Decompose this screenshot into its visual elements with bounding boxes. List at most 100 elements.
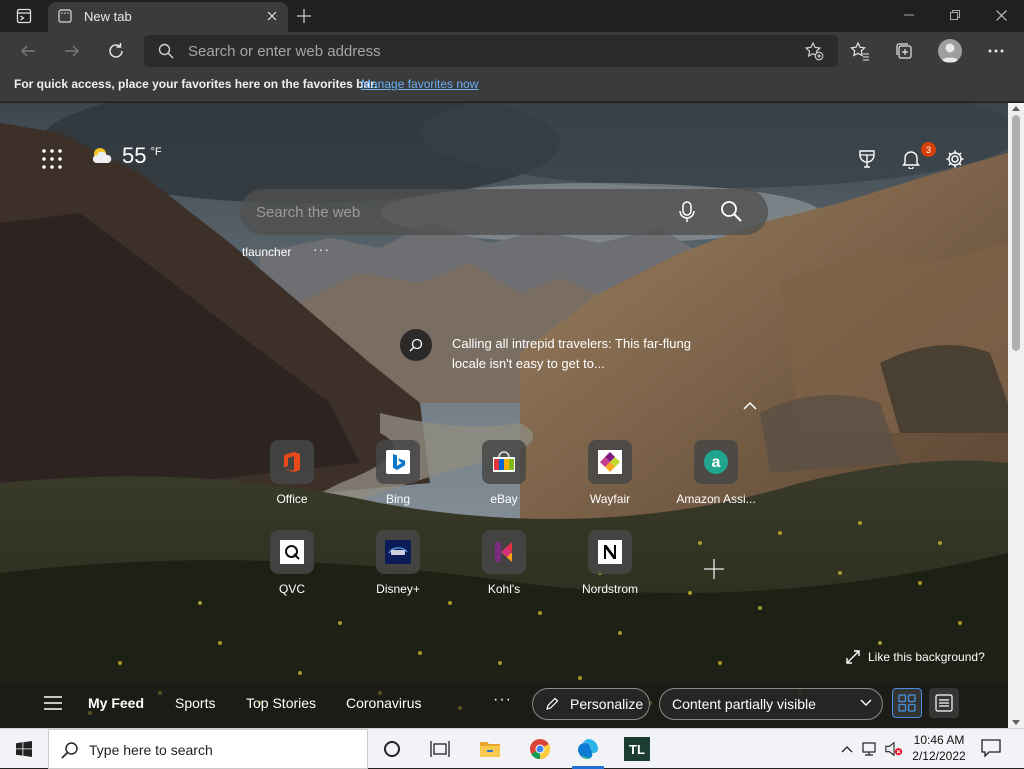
expand-arrows-icon	[846, 650, 860, 664]
volume-muted-icon	[885, 741, 903, 757]
profile-avatar[interactable]	[938, 39, 962, 63]
task-view-button[interactable]	[416, 729, 464, 769]
start-button[interactable]	[0, 729, 48, 769]
tlauncher-button[interactable]: TL	[613, 729, 661, 769]
quick-link-tile: a	[694, 440, 738, 484]
scrollbar-thumb[interactable]	[1012, 115, 1020, 351]
nordstrom-icon	[598, 540, 622, 564]
search-icon	[409, 338, 423, 352]
rewards-button[interactable]	[853, 145, 881, 173]
manage-favorites-link[interactable]: Manage favorites now	[361, 77, 478, 91]
action-center-icon[interactable]	[980, 738, 1002, 758]
microphone-icon[interactable]	[678, 201, 696, 223]
quick-link-label: Kohl's	[487, 582, 521, 596]
back-button[interactable]	[14, 37, 42, 65]
profile-icon	[941, 43, 959, 62]
quick-link-wayfair[interactable]: Wayfair	[570, 440, 650, 506]
windows-logo-icon	[16, 741, 32, 757]
add-favorite-icon[interactable]	[804, 41, 824, 61]
pinned-link-more-button[interactable]: ···	[313, 241, 330, 257]
refresh-button[interactable]	[102, 37, 130, 65]
feed-tab-sports[interactable]: Sports	[175, 695, 215, 711]
feed-tab-top-stories[interactable]: Top Stories	[246, 695, 316, 711]
settings-and-more-button[interactable]	[982, 37, 1010, 65]
navigation-bar: Search or enter web address	[0, 32, 1024, 70]
quick-link-tile	[376, 440, 420, 484]
chrome-button[interactable]	[516, 729, 564, 769]
task-view-icon	[430, 741, 450, 757]
list-layout-button[interactable]	[929, 688, 959, 718]
favorites-bar: For quick access, place your favorites h…	[0, 70, 1024, 102]
weather-unit: °F	[150, 146, 162, 158]
address-placeholder: Search or enter web address	[188, 43, 381, 60]
background-story-text[interactable]: Calling all intrepid travelers: This far…	[452, 334, 692, 374]
tab-close-button[interactable]	[264, 8, 280, 24]
tab-actions-menu-button[interactable]	[8, 6, 40, 26]
rewards-trophy-icon	[859, 150, 875, 168]
page-settings-button[interactable]	[941, 145, 969, 173]
background-story-button[interactable]	[400, 329, 432, 361]
add-site-plus-icon[interactable]	[702, 557, 726, 581]
web-search-box[interactable]: Search the web	[240, 189, 768, 235]
chevron-up-icon[interactable]	[742, 401, 758, 411]
new-tab-button[interactable]	[292, 5, 316, 27]
quick-link-ebay[interactable]: eBay	[464, 440, 544, 506]
volume-tray-button[interactable]	[885, 739, 903, 759]
like-background-text: Like this background?	[868, 650, 985, 664]
taskbar-search-box[interactable]: Type here to search	[48, 729, 368, 769]
bing-icon	[386, 450, 410, 474]
collections-button[interactable]	[890, 37, 918, 65]
refresh-icon	[109, 43, 123, 58]
close-window-button[interactable]	[978, 0, 1024, 30]
scroll-up-arrow-icon[interactable]	[1012, 105, 1020, 111]
qvc-icon	[280, 540, 304, 564]
quick-link-nordstrom[interactable]: Nordstrom	[570, 530, 650, 596]
app-launcher-button[interactable]	[38, 145, 66, 173]
feed-tab-coronavirus[interactable]: Coronavirus	[346, 695, 421, 711]
page-scrollbar[interactable]	[1008, 103, 1024, 728]
restore-button[interactable]	[932, 0, 978, 30]
like-background-link[interactable]: Like this background?	[846, 650, 985, 664]
forward-button[interactable]	[58, 37, 86, 65]
search-icon[interactable]	[720, 200, 742, 222]
feed-tab-my-feed[interactable]: My Feed	[88, 695, 144, 711]
amazon-assistant-icon: a	[704, 450, 728, 474]
minimize-button[interactable]	[886, 0, 932, 30]
quick-link-label: eBay	[490, 492, 518, 506]
quick-link-amazon-assistant[interactable]: a Amazon Assi...	[676, 440, 756, 506]
content-visibility-dropdown[interactable]: Content partially visible	[659, 688, 883, 720]
address-bar[interactable]: Search or enter web address	[144, 35, 838, 67]
search-icon	[158, 43, 174, 59]
favorites-icon	[850, 41, 869, 61]
quick-link-label: Nordstrom	[581, 582, 638, 596]
quick-link-tile	[588, 440, 632, 484]
cortana-button[interactable]	[368, 729, 416, 769]
grid-layout-button[interactable]	[892, 688, 922, 718]
file-explorer-button[interactable]	[466, 729, 514, 769]
scroll-down-arrow-icon[interactable]	[1012, 720, 1020, 726]
quick-link-label: Office	[276, 492, 308, 506]
quick-link-label: Amazon Assi...	[676, 492, 756, 506]
notification-count-badge: 3	[921, 142, 936, 157]
weather-widget[interactable]: 55 °F	[90, 143, 162, 169]
back-arrow-icon	[21, 45, 35, 57]
favorites-button[interactable]	[846, 37, 874, 65]
system-clock[interactable]: 10:46 AM 2/12/2022	[908, 732, 970, 764]
network-tray-button[interactable]	[861, 739, 879, 759]
personalize-button[interactable]: Personalize	[532, 688, 650, 720]
quick-link-office[interactable]: Office	[252, 440, 332, 506]
quick-link-qvc[interactable]: QVC	[252, 530, 332, 596]
quick-link-disney-plus[interactable]: Disney+	[358, 530, 438, 596]
feed-more-button[interactable]: ···	[493, 691, 512, 709]
quick-link-bing[interactable]: Bing	[358, 440, 438, 506]
active-tab[interactable]: New tab	[48, 2, 288, 32]
show-hidden-icons-button[interactable]	[838, 739, 856, 759]
network-icon	[862, 742, 876, 756]
pinned-link-tlauncher[interactable]: tlauncher	[242, 245, 291, 259]
hamburger-menu-icon[interactable]	[44, 696, 62, 710]
quick-link-kohls[interactable]: Kohl's	[464, 530, 544, 596]
svg-text:a: a	[712, 454, 721, 471]
quick-link-tile	[270, 440, 314, 484]
wayfair-icon	[598, 450, 622, 474]
edge-button[interactable]	[564, 729, 612, 769]
